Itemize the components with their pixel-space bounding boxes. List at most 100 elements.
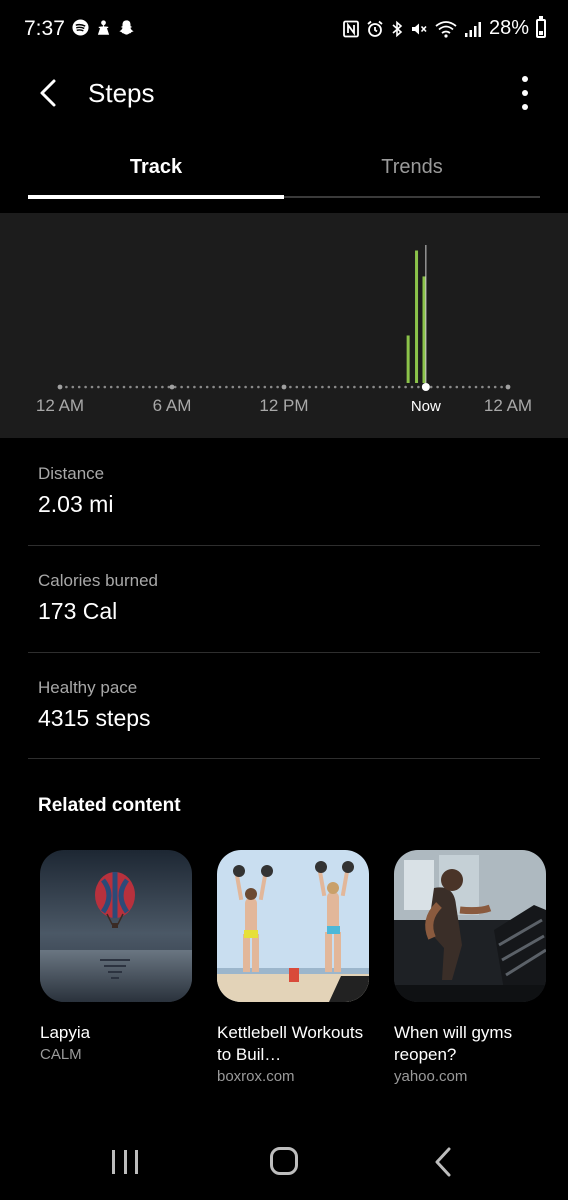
- chart-now-label: Now: [411, 398, 441, 415]
- chart-tick-label: 6 AM: [153, 396, 192, 415]
- chart-baseline-dot: [410, 385, 414, 389]
- status-system-icons: 28%: [343, 16, 546, 40]
- chart-baseline-dot: [186, 385, 190, 389]
- status-bar: 7:37 28%: [0, 0, 568, 60]
- page-title: Steps: [88, 78, 155, 108]
- stat-label: Calories burned: [38, 571, 159, 590]
- chart-baseline-dot: [193, 385, 196, 389]
- stat-distance: Distance 2.03 mi: [28, 462, 540, 522]
- chart-baseline-dot: [481, 385, 484, 389]
- card-title: Kettlebell Workouts to Buil…: [217, 1023, 364, 1064]
- stat-value: 173 Cal: [38, 598, 118, 624]
- related-card-kettlebell[interactable]: Kettlebell Workouts to Buil… boxrox.com: [217, 850, 371, 1085]
- stat-healthy-pace: Healthy pace 4315 steps: [28, 676, 540, 736]
- chart-baseline-dot: [65, 385, 68, 389]
- battery-icon: [536, 16, 546, 38]
- chart-baseline-dot: [135, 385, 139, 389]
- card-title: When will gyms reopen?: [394, 1023, 513, 1064]
- chart-baseline-dot: [90, 385, 94, 389]
- chart-baseline-dot: [289, 385, 292, 389]
- chart-baseline-dot: [308, 385, 311, 389]
- tab-track[interactable]: Track: [28, 156, 284, 179]
- system-navigation-bar: [0, 1130, 568, 1200]
- divider: [28, 758, 540, 759]
- signal-icon: [464, 21, 481, 37]
- chart-baseline-dot: [301, 385, 305, 389]
- app-header: Steps: [0, 60, 568, 126]
- chart-baseline-dot: [237, 385, 241, 389]
- divider: [28, 545, 540, 546]
- chart-baseline-dot: [442, 385, 446, 389]
- chart-tick-marker: [505, 384, 511, 390]
- chart-baseline-dot: [180, 385, 183, 389]
- mute-icon: [411, 23, 427, 34]
- chart-baseline-dot: [84, 385, 87, 389]
- treadmill-runner-image: [394, 850, 546, 1002]
- chart-baseline-dot: [391, 385, 395, 389]
- chart-bar: [415, 250, 419, 383]
- chart-baseline-dot: [468, 385, 471, 389]
- chart-tick-marker: [281, 384, 287, 390]
- cleaner-icon: [97, 20, 110, 35]
- chart-baseline-dot: [474, 385, 478, 389]
- chart-baseline-dot: [372, 385, 375, 389]
- related-card-gyms[interactable]: When will gyms reopen? yahoo.com: [394, 850, 548, 1085]
- snapchat-icon: [119, 20, 134, 35]
- hot-air-balloon-image: [40, 850, 192, 1002]
- tab-bar: Track Trends: [28, 150, 540, 200]
- chart-baseline-dot: [263, 385, 267, 389]
- chart-baseline-dot: [404, 385, 407, 389]
- chart-baseline-dot: [116, 385, 119, 389]
- chart-baseline-dot: [487, 385, 491, 389]
- chart-baseline-dot: [493, 385, 497, 389]
- chart-baseline-dot: [97, 385, 100, 389]
- recents-icon[interactable]: [112, 1150, 138, 1174]
- related-card-lapyia[interactable]: Lapyia CALM: [40, 850, 194, 1063]
- chart-baseline-dot: [417, 385, 420, 389]
- chart-baseline-dot: [109, 385, 113, 389]
- battery-percent: 28%: [488, 17, 529, 39]
- chart-baseline-dot: [359, 385, 363, 389]
- chart-baseline-dot: [327, 385, 331, 389]
- chart-baseline-dot: [500, 385, 503, 389]
- chart-baseline-dot: [353, 385, 356, 389]
- divider: [28, 652, 540, 653]
- chart-baseline-dot: [365, 385, 369, 389]
- chart-baseline-dot: [321, 385, 324, 389]
- chart-baseline-dot: [71, 385, 75, 389]
- spotify-icon: [72, 19, 89, 36]
- chart-baseline-dot: [148, 385, 151, 389]
- back-arrow-icon[interactable]: [34, 74, 68, 112]
- tab-trends[interactable]: Trends: [284, 156, 540, 179]
- chart-baseline-dot: [218, 385, 222, 389]
- chart-tick-marker: [169, 384, 175, 390]
- bluetooth-icon: [392, 20, 403, 37]
- tab-active-indicator: [28, 195, 284, 199]
- chart-baseline-dot: [161, 385, 164, 389]
- chart-now-marker: [421, 383, 430, 391]
- back-icon[interactable]: [432, 1146, 454, 1178]
- chart-baseline-dot: [103, 385, 107, 389]
- chart-tick-label: 12 AM: [36, 396, 84, 415]
- kettlebell-beach-image: [217, 850, 369, 1002]
- related-content-heading: Related content: [38, 795, 181, 816]
- chart-baseline-dot: [225, 385, 228, 389]
- battery-level: [539, 30, 543, 35]
- chart-baseline-dot: [122, 385, 126, 389]
- steps-chart: 12 AM 6 AM 12 PM Now 12 AM: [0, 213, 568, 438]
- more-options-button[interactable]: [518, 76, 532, 110]
- stat-value: 4315 steps: [38, 705, 151, 731]
- chart-baseline-dot: [129, 385, 132, 389]
- wifi-icon: [435, 20, 457, 38]
- chart-baseline-dot: [455, 385, 459, 389]
- chart-baseline-dot: [397, 385, 401, 389]
- chart-baseline-dot: [385, 385, 388, 389]
- chart-baseline-dot: [244, 385, 247, 389]
- chart-baseline-dot: [340, 385, 343, 389]
- stat-value: 2.03 mi: [38, 491, 114, 517]
- home-icon[interactable]: [270, 1147, 298, 1175]
- chart-baseline-dot: [212, 385, 215, 389]
- card-source: yahoo.com: [394, 1068, 468, 1085]
- stat-calories: Calories burned 173 Cal: [28, 569, 540, 629]
- card-source: CALM: [40, 1046, 82, 1063]
